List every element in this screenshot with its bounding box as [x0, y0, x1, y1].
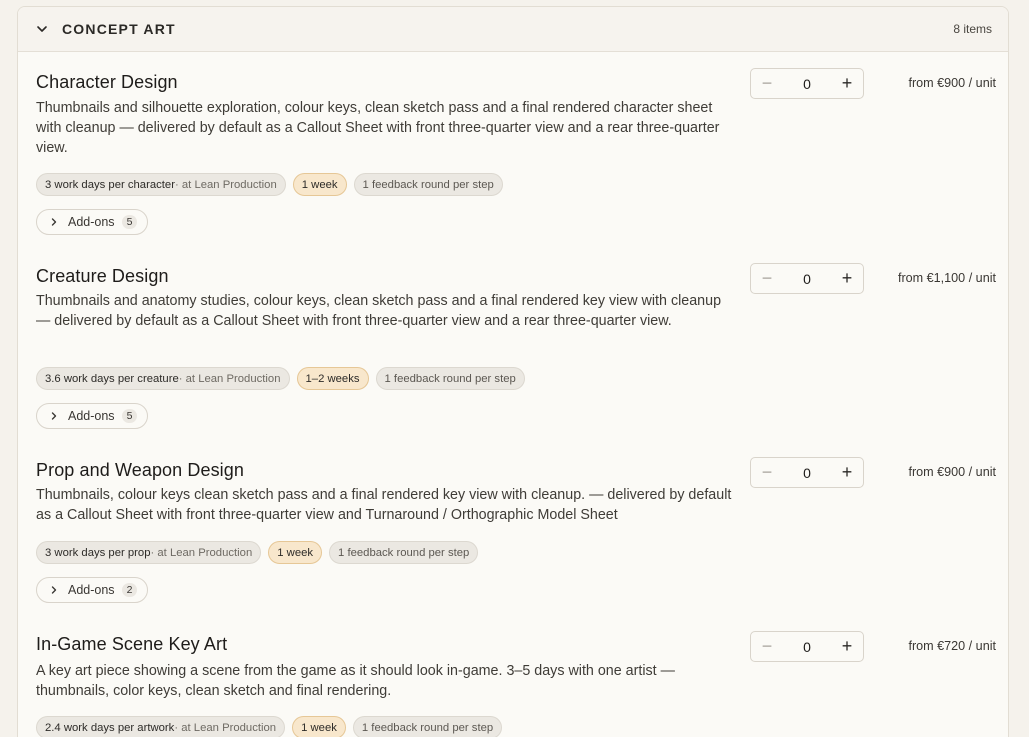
tag-row: 3 work days per prop · at Lean Productio… — [36, 541, 479, 564]
item-title: Character Design — [36, 72, 178, 92]
item-description: A key art piece showing a scene from the… — [36, 663, 675, 699]
quantity-stepper[interactable]: − 0 + — [750, 457, 864, 488]
item-title: In-Game Scene Key Art — [36, 634, 228, 654]
price-label: from €720 / unit — [908, 639, 996, 653]
increment-button[interactable]: + — [831, 458, 863, 487]
concept-art-panel: CONCEPT ART 8 items Character Design − 0… — [17, 6, 1009, 737]
workdays-tag: 3 work days per character · at Lean Prod… — [36, 173, 286, 196]
price-label: from €900 / unit — [908, 76, 996, 90]
tag-row: 2.4 work days per artwork · at Lean Prod… — [36, 716, 503, 737]
decrement-button[interactable]: − — [751, 69, 783, 98]
feedback-tag: 1 feedback round per step — [353, 173, 503, 196]
chevron-right-icon — [49, 411, 59, 421]
quantity-stepper[interactable]: − 0 + — [750, 631, 864, 662]
workdays-text: 3.6 work days per creature — [45, 372, 179, 385]
addons-count: 5 — [121, 409, 138, 423]
item-description: Thumbnails and silhouette exploration, c… — [36, 100, 720, 156]
feedback-tag: 1 feedback round per step — [329, 541, 479, 564]
quantity-stepper[interactable]: − 0 + — [750, 68, 864, 99]
price-label: from €1,100 / unit — [897, 271, 996, 285]
chevron-down-icon[interactable] — [36, 23, 48, 35]
tier-text: · at Lean Production — [178, 372, 281, 385]
feedback-tag: 1 feedback round per step — [375, 367, 525, 390]
quantity-value[interactable]: 0 — [783, 76, 831, 92]
quantity-value[interactable]: 0 — [783, 465, 831, 481]
chevron-right-icon — [49, 217, 59, 227]
feedback-tag: 1 feedback round per step — [352, 716, 503, 737]
workdays-text: 2.4 work days per artwork — [45, 721, 175, 734]
item-description: Thumbnails and anatomy studies, colour k… — [36, 293, 722, 329]
workdays-text: 3 work days per prop — [45, 546, 151, 559]
item-count: 8 items — [953, 22, 992, 36]
item-title: Prop and Weapon Design — [36, 460, 245, 480]
quantity-stepper[interactable]: − 0 + — [750, 263, 864, 294]
chevron-right-icon — [49, 585, 59, 595]
workdays-text: 3 work days per character — [45, 178, 175, 191]
workdays-tag: 3.6 work days per creature · at Lean Pro… — [36, 367, 290, 390]
increment-button[interactable]: + — [831, 632, 863, 661]
decrement-button[interactable]: − — [751, 632, 783, 661]
duration-tag: 1–2 weeks — [296, 367, 369, 390]
addons-count: 2 — [121, 583, 138, 597]
addons-button[interactable]: Add-ons 5 — [36, 209, 149, 235]
tag-row: 3 work days per character · at Lean Prod… — [36, 173, 503, 196]
duration-tag: 1 week — [268, 541, 323, 564]
tag-row: 3.6 work days per creature · at Lean Pro… — [36, 367, 525, 390]
item-description: Thumbnails, colour keys clean sketch pas… — [36, 487, 732, 523]
addons-label: Add-ons — [68, 409, 115, 423]
price-label: from €900 / unit — [908, 465, 996, 479]
tier-text: · at Lean Production — [174, 721, 277, 734]
tier-text: · at Lean Production — [150, 546, 253, 559]
section-header[interactable]: CONCEPT ART 8 items — [18, 7, 1008, 52]
workdays-tag: 2.4 work days per artwork · at Lean Prod… — [36, 716, 286, 737]
duration-tag: 1 week — [292, 716, 346, 737]
addons-count: 5 — [121, 215, 138, 229]
addons-label: Add-ons — [68, 583, 115, 597]
section-title: CONCEPT ART — [62, 21, 176, 37]
increment-button[interactable]: + — [831, 69, 863, 98]
increment-button[interactable]: + — [831, 264, 863, 293]
addons-button[interactable]: Add-ons 5 — [36, 403, 149, 429]
quantity-value[interactable]: 0 — [783, 639, 831, 655]
tier-text: · at Lean Production — [174, 178, 277, 191]
addons-button[interactable]: Add-ons 2 — [36, 577, 149, 603]
decrement-button[interactable]: − — [751, 264, 783, 293]
decrement-button[interactable]: − — [751, 458, 783, 487]
workdays-tag: 3 work days per prop · at Lean Productio… — [36, 541, 262, 564]
duration-tag: 1 week — [292, 173, 347, 196]
item-title: Creature Design — [36, 266, 169, 286]
addons-label: Add-ons — [68, 215, 115, 229]
quantity-value[interactable]: 0 — [783, 271, 831, 287]
